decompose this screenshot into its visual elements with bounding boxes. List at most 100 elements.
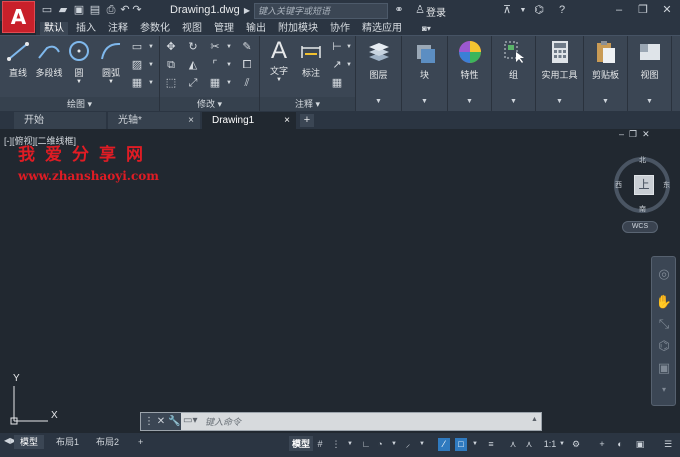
array-icon[interactable]: ▦ <box>208 76 222 90</box>
layers-dropdown-icon[interactable]: ▼ <box>356 98 401 105</box>
camera-icon[interactable]: ◙▾ <box>418 22 435 35</box>
polar-dropdown-icon[interactable]: ▼ <box>388 438 400 451</box>
showmotion-icon[interactable]: ▣ <box>655 359 673 377</box>
compass-north[interactable]: 北 <box>639 155 646 165</box>
hatch-icon[interactable]: ▨ <box>130 58 144 72</box>
offset-icon[interactable]: ⫽ <box>240 76 254 90</box>
close-icon[interactable]: ✕ <box>660 3 674 18</box>
drawing-canvas[interactable]: [-][俯视][二维线框] 我爱分享网 www.zhanshaoyi.com –… <box>0 129 680 433</box>
isodraft-dropdown-icon[interactable]: ▼ <box>416 438 428 451</box>
binoculars-icon[interactable]: ⚭ <box>392 3 406 18</box>
cart-icon[interactable]: ⊼ <box>500 3 514 18</box>
gradient-dropdown-icon[interactable]: ▼ <box>144 76 158 90</box>
fillet-icon[interactable]: ⌜ <box>208 58 222 72</box>
tab-parametric[interactable]: 参数化 <box>136 22 174 35</box>
modify-panel-title[interactable]: 修改 ▾ <box>160 97 259 111</box>
utilities-button[interactable]: 实用工具 ▼ <box>536 36 584 111</box>
command-history-icon[interactable]: ▲ <box>531 416 538 423</box>
minimize-viewport-icon[interactable]: – <box>619 129 624 139</box>
object-snap-dropdown-icon[interactable]: ▼ <box>469 438 481 451</box>
utilities-dropdown-icon[interactable]: ▼ <box>536 98 583 105</box>
tab-annotate[interactable]: 注释 <box>104 22 132 35</box>
tab-collaborate[interactable]: 协作 <box>326 22 354 35</box>
restore-viewport-icon[interactable]: ❐ <box>629 129 637 139</box>
arc-dropdown-icon[interactable]: ▼ <box>96 79 126 85</box>
command-input[interactable]: 键入命令 <box>205 415 241 428</box>
restore-icon[interactable]: ❐ <box>636 3 650 18</box>
tab-insert[interactable]: 插入 <box>72 22 100 35</box>
linear-dim-dropdown-icon[interactable]: ▼ <box>342 40 356 54</box>
tab-addins[interactable]: 附加模块 <box>274 22 322 35</box>
login-button[interactable]: 登录 <box>426 4 446 19</box>
tab-default[interactable]: 默认 <box>40 22 68 35</box>
grid-icon[interactable]: # <box>314 438 326 451</box>
array-dropdown-icon[interactable]: ▼ <box>222 76 236 90</box>
draw-panel-title[interactable]: 绘图 ▾ <box>0 97 159 111</box>
layers-button[interactable]: 图层 ▼ <box>356 36 402 111</box>
tab-view[interactable]: 视图 <box>178 22 206 35</box>
chevron-down-icon[interactable]: ▼ <box>516 3 530 18</box>
snap-icon[interactable]: ⋮ <box>330 438 342 451</box>
ortho-icon[interactable]: ∟ <box>360 438 372 451</box>
fillet-dropdown-icon[interactable]: ▼ <box>222 58 236 72</box>
scale-icon[interactable]: ⤢ <box>186 76 200 90</box>
layout-tab-1[interactable]: 布局1 <box>50 435 85 449</box>
clean-screen-icon[interactable]: ▣ <box>634 438 646 451</box>
circle-tool[interactable]: 圆 ▼ <box>66 40 92 85</box>
table-icon[interactable]: ▦ <box>330 76 344 90</box>
mirror-icon[interactable]: ◭ <box>186 58 200 72</box>
view-button[interactable]: 视图 ▼ <box>628 36 672 111</box>
workspace-gear-icon[interactable]: ⚙ <box>570 438 582 451</box>
save-icon[interactable]: ▣ <box>72 3 86 18</box>
snap-dropdown-icon[interactable]: ▼ <box>344 438 356 451</box>
command-prompt-icon[interactable]: ▭▾ <box>183 415 197 426</box>
layout-tab-model[interactable]: 模型 <box>14 435 45 449</box>
tab-manage[interactable]: 管理 <box>210 22 238 35</box>
block-dropdown-icon[interactable]: ▼ <box>402 98 447 105</box>
clipboard-dropdown-icon[interactable]: ▼ <box>584 98 627 105</box>
customize-icon[interactable]: 🔧 <box>168 416 180 427</box>
compass-south[interactable]: 南 <box>639 204 646 214</box>
rotate-icon[interactable]: ↻ <box>186 40 200 54</box>
object-snap-tracking-icon[interactable]: ⁄ <box>438 438 450 451</box>
wcs-menu[interactable]: WCS <box>622 221 658 233</box>
rectangle-icon[interactable]: ▭ <box>130 40 144 54</box>
auto-scale-icon[interactable]: ⋏ <box>523 438 535 451</box>
new-file-icon[interactable]: ▭ <box>40 3 54 18</box>
layout-tab-2[interactable]: 布局2 <box>90 435 125 449</box>
command-line[interactable]: ⋮ ✕ 🔧 ▭▾ 键入命令 ▲ <box>140 412 542 431</box>
annotation-panel-title[interactable]: 注释 ▾ <box>260 97 355 111</box>
compass-west[interactable]: 西 <box>615 180 622 190</box>
move-icon[interactable]: ✥ <box>164 40 178 54</box>
isolate-objects-icon[interactable]: ◐ <box>614 438 626 451</box>
orbit-icon[interactable]: ⌬ <box>655 337 673 355</box>
compass-east[interactable]: 东 <box>663 180 670 190</box>
annotation-monitor-icon[interactable]: + <box>596 438 608 451</box>
hatch-dropdown-icon[interactable]: ▼ <box>144 58 158 72</box>
model-space-button[interactable]: 模型 <box>289 436 314 451</box>
tab-featured-apps[interactable]: 精选应用 <box>358 22 406 35</box>
open-folder-icon[interactable]: ▰ <box>56 3 70 18</box>
save-as-icon[interactable]: ▤ <box>88 3 102 18</box>
clipboard-button[interactable]: 剪贴板 ▼ <box>584 36 628 111</box>
explode-icon[interactable]: ⧠ <box>240 58 254 72</box>
close-command-icon[interactable]: ✕ <box>157 416 165 427</box>
close-tab-icon[interactable]: × <box>284 112 290 129</box>
annotation-visibility-icon[interactable]: ⋏ <box>507 438 519 451</box>
gradient-icon[interactable]: ▦ <box>130 76 144 90</box>
new-tab-button[interactable]: + <box>300 114 314 127</box>
zoom-extents-icon[interactable]: ⤡ <box>655 315 673 333</box>
file-tab-guangzhou[interactable]: 光轴* × <box>108 112 200 129</box>
close-viewport-icon[interactable]: ✕ <box>642 129 650 139</box>
steering-wheel-icon[interactable]: ◎ <box>655 265 673 283</box>
properties-dropdown-icon[interactable]: ▼ <box>448 98 491 105</box>
group-dropdown-icon[interactable]: ▼ <box>492 98 535 105</box>
viewcube-face[interactable]: 上 <box>634 175 654 195</box>
pan-hand-icon[interactable]: ✋ <box>655 293 673 311</box>
lineweight-icon[interactable]: ≡ <box>485 438 497 451</box>
rectangle-dropdown-icon[interactable]: ▼ <box>144 40 158 54</box>
polar-icon[interactable]: ◔ <box>374 438 386 451</box>
search-input[interactable]: 键入关键字或短语 <box>254 3 388 19</box>
redo-icon[interactable]: ↷ <box>130 3 144 18</box>
polyline-tool[interactable]: 多段线 <box>34 40 64 79</box>
